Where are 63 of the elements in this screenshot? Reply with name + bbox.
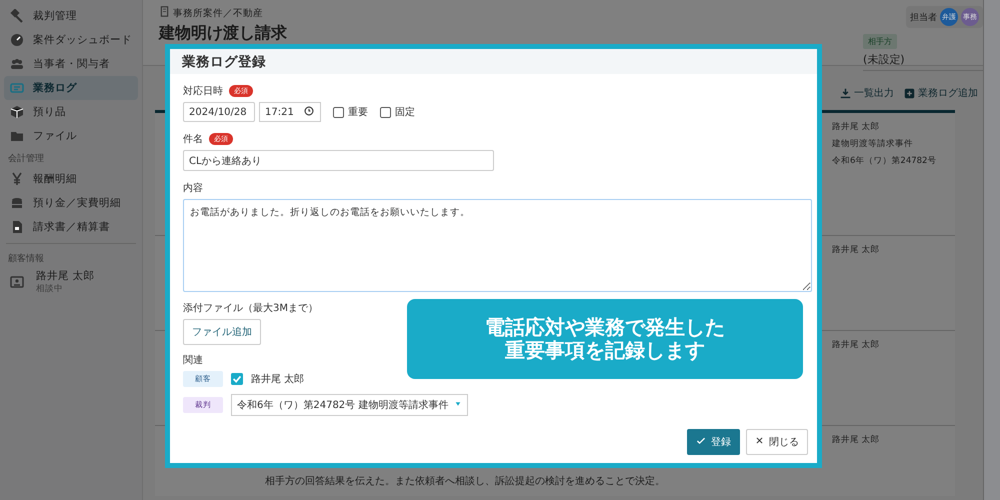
log-content-text: 相手方の回答結果を伝えた。また依頼者へ相談し、訴訟提起の検討を進めることで決定。 <box>265 474 666 488</box>
sidebar-item[interactable]: 案件ダッシュボード <box>4 28 138 52</box>
log-row-text: 路井尾 太郎 <box>832 244 881 256</box>
box-icon <box>10 105 24 119</box>
checkbox-label: 重要 <box>348 106 368 119</box>
section-heading: 顧客情報 <box>7 252 45 266</box>
log-row-text: 建物明渡等請求事件 <box>832 138 914 150</box>
close-button[interactable]: 閉じる <box>746 429 808 455</box>
contact-card-icon <box>10 275 24 289</box>
callout-text: 重要事項を記録します <box>505 339 705 362</box>
sidebar-item[interactable]: 業務ログ <box>4 76 138 100</box>
content-field[interactable]: お電話がありました。折り返しのお電話をお願いいたします。 <box>183 199 812 292</box>
breadcrumb[interactable]: 事務所案件／不動産 <box>173 6 263 20</box>
field-label: 関連 <box>183 354 203 367</box>
gavel-icon <box>10 9 24 23</box>
checkbox[interactable] <box>231 373 243 385</box>
log-row-text: 路井尾 太郎 <box>832 434 881 446</box>
field-label: 添付ファイル（最大3Mまで） <box>183 302 318 315</box>
client-name[interactable]: 路井尾 太郎 <box>36 269 94 283</box>
people-icon <box>10 57 24 71</box>
date-field[interactable]: 2024/10/28 <box>183 102 255 122</box>
coins-icon <box>10 196 24 210</box>
time-field[interactable]: 17:21 <box>259 102 321 122</box>
folder-icon <box>10 129 24 143</box>
field-label: 対応日時 <box>183 84 223 98</box>
assignee-label: 担当者 <box>910 12 937 24</box>
checkbox-label: 固定 <box>395 106 415 119</box>
client-status: 相談中 <box>36 283 64 295</box>
sidebar-item[interactable]: 請求書／精算書 <box>4 215 138 239</box>
log-row-text: 路井尾 太郎 <box>832 121 881 133</box>
modal-title: 業務ログ登録 <box>170 49 817 74</box>
sidebar-item[interactable]: 裁判管理 <box>4 4 138 28</box>
submit-button[interactable]: 登録 <box>687 429 740 455</box>
building-icon <box>159 6 170 20</box>
yen-icon <box>10 172 24 186</box>
sidebar-item[interactable]: 当事者・関与者 <box>4 52 138 76</box>
sidebar-item[interactable]: 預り金／実費明細 <box>4 191 138 215</box>
opponent-value: (未設定) <box>863 52 905 67</box>
case-title: 建物明け渡し請求 <box>159 23 287 44</box>
log-row-text: 令和6年（ワ）第24782号 <box>832 155 938 167</box>
case-select[interactable]: 令和6年（ワ）第24782号 建物明渡等請求事件 <box>231 394 468 416</box>
sidebar-item[interactable]: 預り品 <box>4 100 138 124</box>
add-file-button[interactable]: ファイル追加 <box>183 319 261 345</box>
checkbox[interactable] <box>333 106 344 118</box>
field-label: 内容 <box>183 182 203 195</box>
opponent-tag: 相手方 <box>863 34 897 49</box>
toolbar-button[interactable]: 業務ログ追加 <box>904 86 978 100</box>
dashboard-icon <box>10 33 24 47</box>
clock-icon <box>304 106 314 118</box>
plus-square-icon <box>904 88 915 98</box>
note-icon <box>10 81 24 95</box>
sidebar-item[interactable]: 報酬明細 <box>4 167 138 191</box>
toolbar-button[interactable]: 一覧出力 <box>840 86 894 100</box>
sidebar-item[interactable]: ファイル <box>4 124 138 148</box>
log-row-text: 路井尾 太郎 <box>832 339 881 351</box>
subject-field[interactable]: CLから連絡あり <box>183 150 494 171</box>
field-label: 件名 <box>183 133 203 146</box>
document-icon <box>10 220 24 234</box>
callout-text: 電話応対や業務で発生した <box>485 316 725 339</box>
section-heading: 会計管理 <box>7 152 45 166</box>
download-icon <box>840 88 851 98</box>
client-name: 路井尾 太郎 <box>251 372 304 386</box>
checkbox[interactable] <box>380 106 391 118</box>
